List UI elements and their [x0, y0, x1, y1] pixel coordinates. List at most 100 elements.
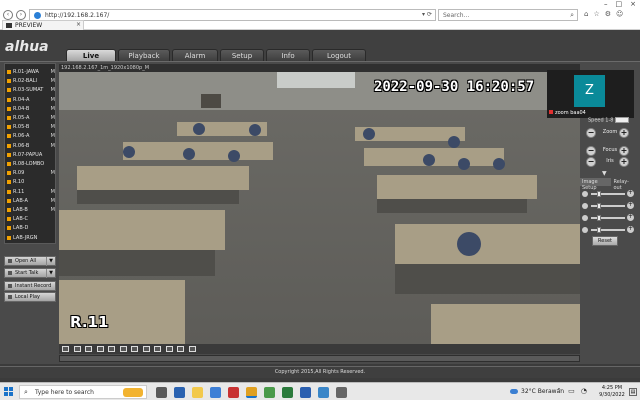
file-explorer-icon[interactable]: [192, 387, 203, 398]
app-icon[interactable]: [336, 387, 347, 398]
video-tool-icon[interactable]: [177, 346, 184, 352]
video-tool-icon[interactable]: [96, 346, 104, 352]
maximize-icon[interactable]: □: [616, 0, 623, 8]
taskbar-search[interactable]: ⌕ Type here to search: [19, 385, 147, 399]
task-view-icon[interactable]: [156, 387, 167, 398]
tab-logout[interactable]: Logout: [312, 49, 366, 61]
video-tool-icon[interactable]: [188, 346, 196, 352]
slider-plus-icon[interactable]: +: [627, 214, 634, 221]
channel-item[interactable]: R.01-JAWA M: [6, 68, 56, 76]
mail-icon[interactable]: [228, 387, 239, 398]
slider-handle[interactable]: [597, 203, 601, 209]
browser-tab[interactable]: PREVIEW ×: [2, 20, 84, 30]
chrome-icon[interactable]: [264, 387, 275, 398]
scrollbar-thumb[interactable]: [60, 356, 579, 361]
iris-plus-button[interactable]: +: [619, 157, 629, 167]
stream-mode[interactable]: M: [51, 197, 55, 205]
channel-item[interactable]: R.05-B M: [6, 123, 56, 131]
back-icon[interactable]: ‹: [3, 10, 13, 20]
browser-search[interactable]: Search... ⌕: [438, 9, 578, 21]
channel-item[interactable]: R.07-PAPUA: [6, 151, 56, 159]
channel-item[interactable]: R.11 M: [6, 188, 56, 196]
system-tray[interactable]: ⌃ ▭ ◔: [556, 387, 589, 395]
slider-plus-icon[interactable]: +: [627, 190, 634, 197]
video-tool-icon[interactable]: [62, 346, 69, 352]
slider-handle[interactable]: [597, 215, 601, 221]
word-icon[interactable]: [300, 387, 311, 398]
chevron-down-icon[interactable]: ▼: [46, 269, 55, 278]
tab-close-icon[interactable]: ×: [76, 21, 81, 28]
channel-item[interactable]: LAB-B M: [6, 206, 56, 214]
notification-icon[interactable]: ▤: [629, 388, 637, 396]
video-tool-icon[interactable]: [165, 346, 173, 352]
channel-item[interactable]: R.04-A M: [6, 96, 56, 104]
tab-info[interactable]: Info: [266, 49, 310, 61]
stream-mode[interactable]: M: [51, 114, 55, 122]
video-view[interactable]: [59, 72, 580, 344]
address-bar[interactable]: http://192.168.2.167/ ▾ ⟳: [29, 9, 436, 21]
image-tab-0[interactable]: Image Setup: [580, 178, 612, 191]
tab-alarm[interactable]: Alarm: [172, 49, 218, 61]
tab-setup[interactable]: Setup: [220, 49, 264, 61]
favorites-icon[interactable]: ☆: [593, 10, 599, 18]
channel-item[interactable]: LAB-C: [6, 215, 56, 223]
stream-mode[interactable]: M: [51, 105, 55, 113]
address-url[interactable]: http://192.168.2.167/: [45, 12, 109, 19]
minimize-icon[interactable]: –: [604, 0, 608, 8]
edge-icon[interactable]: [174, 387, 185, 398]
channel-item[interactable]: R.04-B M: [6, 105, 56, 113]
instant-record-button[interactable]: Instant Record: [4, 281, 56, 291]
channel-item[interactable]: LAB-JRGN: [6, 234, 56, 242]
focus-plus-button[interactable]: +: [619, 146, 629, 156]
stream-mode[interactable]: M: [51, 169, 55, 177]
channel-item[interactable]: R.10: [6, 178, 56, 186]
stream-mode[interactable]: M: [51, 123, 55, 131]
reset-button[interactable]: Reset: [592, 236, 618, 246]
excel-icon[interactable]: [282, 387, 293, 398]
channel-item[interactable]: R.05-A M: [6, 114, 56, 122]
iris-minus-button[interactable]: −: [586, 157, 596, 167]
clock[interactable]: 4:25 PM 9/30/2022: [598, 385, 626, 399]
search-icon[interactable]: ⌕: [570, 11, 574, 20]
zoom-minus-button[interactable]: −: [586, 128, 596, 138]
smiley-icon[interactable]: ☺: [616, 10, 623, 18]
forward-icon[interactable]: ›: [16, 10, 26, 20]
collapse-icon[interactable]: ▼: [602, 171, 610, 177]
slider-plus-icon[interactable]: +: [627, 226, 634, 233]
ie-taskbar-icon[interactable]: [246, 387, 257, 398]
video-tool-icon[interactable]: [73, 346, 81, 352]
channel-item[interactable]: LAB-A M: [6, 197, 56, 205]
stream-mode[interactable]: M: [51, 206, 55, 214]
channel-item[interactable]: R.02-BALI M: [6, 77, 56, 85]
store-icon[interactable]: [210, 387, 221, 398]
channel-item[interactable]: LAB-D: [6, 224, 56, 232]
stream-mode[interactable]: M: [51, 142, 55, 150]
stream-mode[interactable]: M: [51, 96, 55, 104]
speed-select[interactable]: [615, 117, 630, 123]
channel-item[interactable]: R.08-LOMBO: [6, 160, 56, 168]
zoom-plus-button[interactable]: +: [619, 128, 629, 138]
image-tab-1[interactable]: Relay-out: [611, 178, 636, 191]
channel-item[interactable]: R.06-A M: [6, 132, 56, 140]
video-tool-icon[interactable]: [154, 346, 161, 352]
close-icon[interactable]: ×: [630, 0, 636, 8]
channel-item[interactable]: R.09 M: [6, 169, 56, 177]
zoom-taskbar-icon[interactable]: [318, 387, 329, 398]
video-tool-icon[interactable]: [85, 346, 92, 352]
windows-start-icon[interactable]: [4, 387, 14, 397]
stream-mode[interactable]: M: [51, 77, 55, 85]
refresh-icon[interactable]: ▾ ⟳: [422, 11, 432, 18]
home-icon[interactable]: ⌂: [584, 10, 588, 18]
start-talk-button[interactable]: Start Talk ▼: [4, 268, 56, 278]
channel-item[interactable]: R.03-SUMAT M: [6, 86, 56, 94]
tab-playback[interactable]: Playback: [118, 49, 170, 61]
local-play-button[interactable]: Local Play: [4, 292, 56, 302]
open-all-button[interactable]: Open All ▼: [4, 256, 56, 266]
video-tool-icon[interactable]: [142, 346, 150, 352]
channel-item[interactable]: R.06-B M: [6, 142, 56, 150]
stream-mode[interactable]: M: [51, 68, 55, 76]
zoom-avatar[interactable]: Z: [574, 75, 605, 107]
video-tool-icon[interactable]: [108, 346, 115, 352]
slider-plus-icon[interactable]: +: [627, 202, 634, 209]
focus-minus-button[interactable]: −: [586, 146, 596, 156]
